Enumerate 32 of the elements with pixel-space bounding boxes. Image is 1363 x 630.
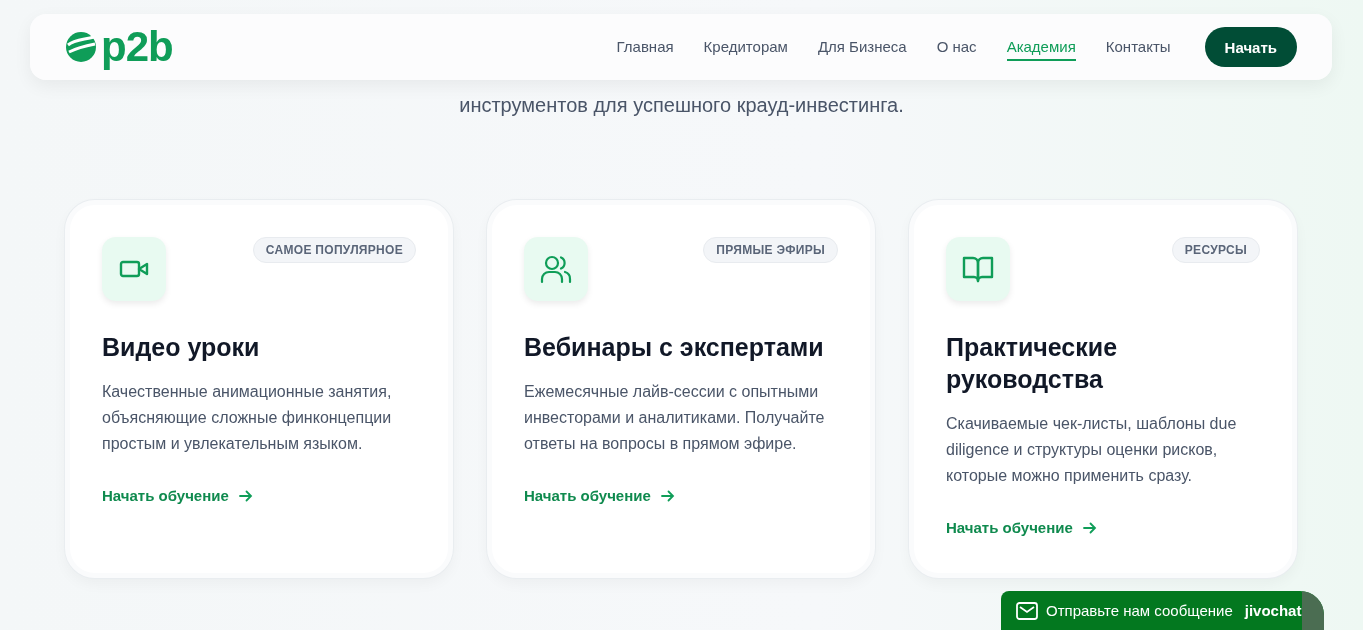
- nav-link[interactable]: О нас: [936, 33, 977, 61]
- nav-link[interactable]: Контакты: [1105, 33, 1171, 61]
- chat-widget[interactable]: Отправьте нам сообщение jivochat: [1001, 591, 1324, 630]
- nav-link[interactable]: Кредиторам: [703, 33, 788, 61]
- card-title: Видео уроки: [102, 332, 261, 363]
- card-title: Вебинары с экспертами: [524, 332, 825, 363]
- nav-link[interactable]: Главная: [616, 33, 674, 61]
- chat-corner: [1302, 591, 1324, 630]
- open-book-icon: [962, 255, 994, 283]
- card-tag: САМОЕ ПОПУЛЯРНОЕ: [252, 237, 416, 263]
- arrow-right-icon: [660, 489, 675, 502]
- subtitle-line: инструментов для успешного крауд-инвестинга.: [458, 93, 905, 118]
- video-camera-icon: [119, 258, 149, 280]
- card-description: Скачиваемые чек-листы, шаблоны due diligence и структуры оценки рисков, которые можно применить сразу.: [946, 414, 1238, 486]
- chat-brand: jivochat: [1244, 602, 1302, 619]
- card-tag: ПРЯМЫЕ ЭФИРЫ: [703, 237, 838, 263]
- envelope-icon: [1016, 601, 1038, 620]
- people-icon: [540, 254, 572, 284]
- start-learning-link[interactable]: Начать обучение: [524, 487, 675, 504]
- start-button[interactable]: Начать: [1204, 27, 1297, 67]
- arrow-right-icon: [1082, 521, 1097, 534]
- nav-link[interactable]: Для Бизнеса: [817, 33, 907, 61]
- nav-link[interactable]: Академия: [1006, 33, 1076, 61]
- card-tag: РЕСУРСЫ: [1171, 237, 1260, 263]
- leaf-logo-icon: [65, 31, 97, 63]
- start-learning-link[interactable]: Начать обучение: [946, 519, 1097, 536]
- start-learning-link[interactable]: Начать обучение: [102, 487, 253, 504]
- card-description: Ежемесячные лайв-сессии с опытными инвесторами и аналитиками. Получайте ответы на вопросы в прямом эфире.: [524, 382, 826, 454]
- chat-label: Отправьте нам сообщение: [1046, 602, 1233, 619]
- card-title: Практические руководства: [946, 332, 1119, 395]
- arrow-right-icon: [238, 489, 253, 502]
- card-description: Качественные анимационные занятия, объясняющие сложные финконцепции простым и увлекательным языком.: [102, 382, 393, 454]
